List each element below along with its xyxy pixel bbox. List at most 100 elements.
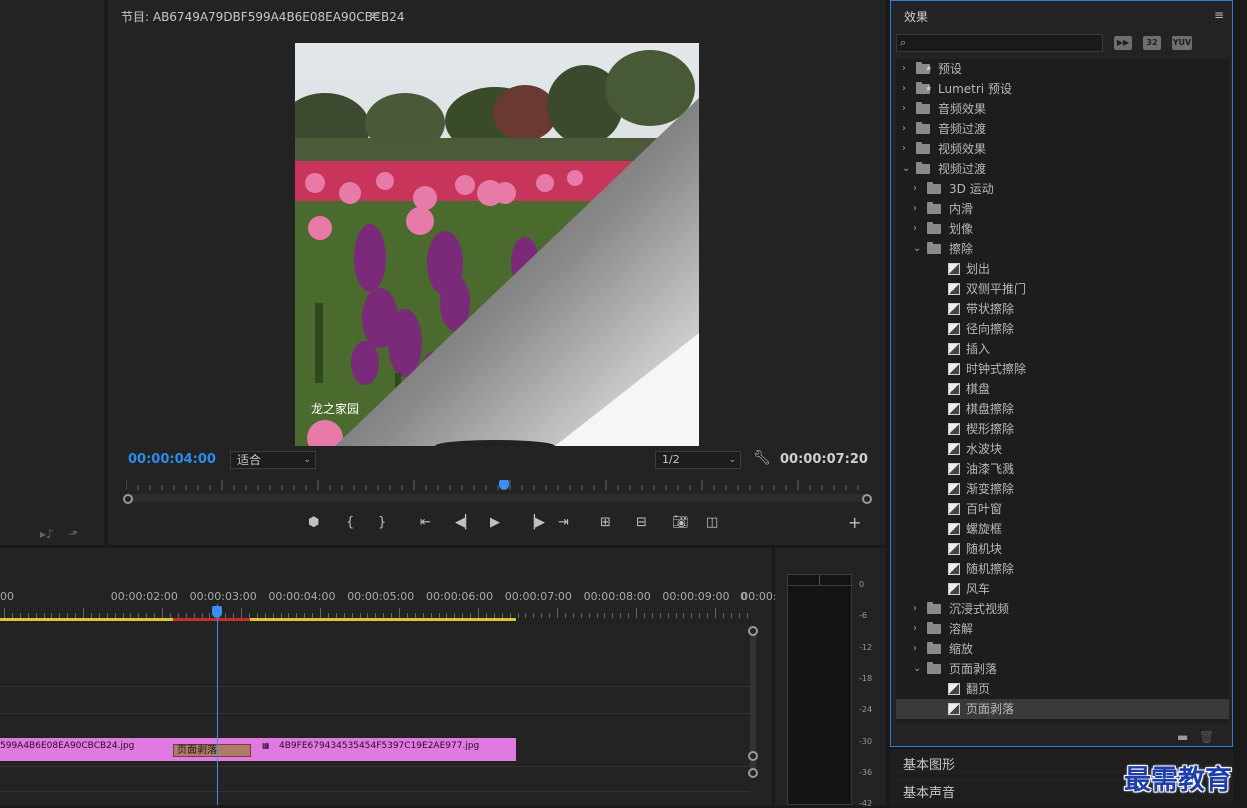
effect-item[interactable]: 风车 (896, 579, 1229, 599)
effect-item[interactable]: 划出 (896, 259, 1229, 279)
effect-item[interactable]: 时钟式擦除 (896, 359, 1229, 379)
effect-folder[interactable]: › 内滑 (896, 199, 1229, 219)
chevron-right-icon[interactable]: › (902, 79, 906, 99)
effect-item[interactable]: 随机块 (896, 539, 1229, 559)
yuv-effects-icon[interactable]: YUV (1172, 36, 1192, 50)
go-to-out-icon[interactable]: ⇥ (558, 515, 569, 530)
chevron-down-icon[interactable]: ⌄ (902, 159, 910, 179)
effect-folder[interactable]: › 划像 (896, 219, 1229, 239)
mark-in-icon[interactable]: { (346, 515, 354, 530)
monitor-time-ruler[interactable] (126, 478, 868, 492)
chevron-down-icon: ⌄ (303, 455, 311, 465)
new-bin-icon[interactable]: ▬ (1177, 730, 1188, 744)
timecode-label: 00:00:02:00 (110, 590, 178, 603)
export-icon[interactable]: ⬏ (68, 527, 78, 541)
effect-item[interactable]: 翻页 (896, 679, 1229, 699)
32bit-effects-icon[interactable]: 32 (1143, 36, 1161, 50)
add-marker-icon[interactable]: ⬢ (308, 515, 319, 530)
meter-scale-label: -42 (859, 799, 873, 808)
effect-item[interactable]: 油漆飞溅 (896, 459, 1229, 479)
effect-item[interactable]: 页面剥落 (896, 699, 1229, 719)
wrench-icon[interactable]: 🔧︎ (753, 450, 771, 466)
comparison-view-icon[interactable]: ◫ (706, 515, 718, 530)
effect-folder[interactable]: › 音频过渡 (896, 119, 1229, 139)
chevron-right-icon[interactable]: › (902, 119, 906, 139)
effect-folder[interactable]: › 缩放 (896, 639, 1229, 659)
effect-folder[interactable]: › 音频效果 (896, 99, 1229, 119)
current-timecode[interactable]: 00:00:04:00 (128, 452, 216, 467)
effect-item[interactable]: 径向擦除 (896, 319, 1229, 339)
ruler-tick (620, 613, 622, 618)
clip-b-name[interactable]: 4B9FE679434535454F5397C19E2AE977.jpg (279, 741, 479, 751)
button-editor-plus-icon[interactable]: + (848, 513, 861, 532)
timeline-ruler[interactable]: 00 00:00:02:00 00:00:03:00 00:00:04:00 00:00… (0, 590, 808, 620)
export-frame-icon[interactable]: 📷︎ (672, 515, 689, 530)
monitor-scrub-bar[interactable] (126, 494, 868, 502)
timeline-playhead[interactable] (212, 606, 222, 618)
step-forward-icon[interactable]: ▕▶ (525, 515, 545, 530)
search-icon: ⌕ (900, 36, 907, 49)
chevron-right-icon[interactable]: › (913, 639, 917, 659)
effect-folder[interactable]: › ★ Lumetri 预设 (896, 79, 1229, 99)
scroll-handle-top[interactable] (748, 626, 758, 636)
video-clip-track[interactable]: 599A4B6E08EA90CBCB24.jpg ▦ 4B9FE67943453… (0, 738, 516, 761)
effect-item[interactable]: 螺旋框 (896, 519, 1229, 539)
work-area-bar[interactable] (0, 618, 516, 621)
effect-item[interactable]: 百叶窗 (896, 499, 1229, 519)
scrub-end-handle[interactable] (862, 494, 872, 504)
track-divider (0, 713, 750, 714)
chevron-right-icon[interactable]: › (902, 139, 906, 159)
effect-folder[interactable]: ⌄ 视频过渡 (896, 159, 1229, 179)
ruler-tick (399, 608, 400, 618)
effect-item[interactable]: 水波块 (896, 439, 1229, 459)
lift-icon[interactable]: ⊞ (600, 515, 611, 530)
timecode-label: 00:00:08:00 (583, 590, 651, 603)
chevron-right-icon[interactable]: › (913, 219, 917, 239)
scroll-handle-bottom[interactable] (748, 751, 758, 761)
effect-item[interactable]: 带状擦除 (896, 299, 1229, 319)
chevron-down-icon[interactable]: ⌄ (913, 659, 921, 679)
audio-drag-icon[interactable]: ▸♪ (40, 527, 54, 541)
chevron-right-icon[interactable]: › (902, 99, 906, 119)
clip-a-name[interactable]: 599A4B6E08EA90CBCB24.jpg (0, 741, 134, 751)
chevron-right-icon[interactable]: › (902, 59, 906, 79)
effect-item[interactable]: 棋盘 (896, 379, 1229, 399)
preset-folder-icon: ★ (916, 82, 932, 94)
extract-icon[interactable]: ⊟ (636, 515, 647, 530)
playback-resolution-select[interactable]: 1/2 ⌄ (655, 451, 741, 469)
step-back-icon[interactable]: ◀▏ (455, 515, 475, 530)
chevron-right-icon[interactable]: › (913, 619, 917, 639)
effect-item[interactable]: 渐变擦除 (896, 479, 1229, 499)
effect-item[interactable]: 楔形擦除 (896, 419, 1229, 439)
mark-out-icon[interactable]: } (378, 515, 386, 530)
scroll-handle-lower[interactable] (748, 768, 758, 778)
play-icon[interactable]: ▶ (490, 515, 500, 530)
effect-folder[interactable]: ⌄ 擦除 (896, 239, 1229, 259)
effects-search-input[interactable]: ⌕ (896, 34, 1103, 52)
ruler-tick (675, 613, 677, 618)
effect-item[interactable]: 棋盘擦除 (896, 399, 1229, 419)
effect-folder[interactable]: › ★ 预设 (896, 59, 1229, 79)
chevron-down-icon[interactable]: ⌄ (913, 239, 921, 259)
effect-folder[interactable]: › 溶解 (896, 619, 1229, 639)
effect-folder[interactable]: › 3D 运动 (896, 179, 1229, 199)
accelerated-effects-icon[interactable]: ▶▶ (1114, 36, 1132, 50)
transition-clip[interactable]: 页面剥落 (173, 744, 251, 757)
effect-folder[interactable]: › 视频效果 (896, 139, 1229, 159)
effect-item[interactable]: 插入 (896, 339, 1229, 359)
panel-menu-icon[interactable]: ≡ (370, 8, 380, 22)
chevron-right-icon[interactable]: › (913, 599, 917, 619)
zoom-fit-select[interactable]: 适合 ⌄ (230, 451, 316, 469)
go-to-in-icon[interactable]: ⇤ (420, 515, 431, 530)
effect-item[interactable]: 双侧平推门 (896, 279, 1229, 299)
effect-folder[interactable]: ⌄ 页面剥落 (896, 659, 1229, 679)
effect-item[interactable]: 随机擦除 (896, 559, 1229, 579)
program-monitor-title[interactable]: 节目: AB6749A79DBF599A4B6E08EA90CBCB24 (121, 8, 405, 25)
scrub-start-handle[interactable] (123, 494, 133, 504)
chevron-right-icon[interactable]: › (913, 199, 917, 219)
folder-icon (927, 602, 941, 614)
chevron-right-icon[interactable]: › (913, 179, 917, 199)
panel-menu-icon[interactable]: ≡ (1214, 8, 1224, 22)
trash-icon[interactable]: 🗑︎ (1199, 730, 1214, 744)
effect-folder[interactable]: › 沉浸式视频 (896, 599, 1229, 619)
